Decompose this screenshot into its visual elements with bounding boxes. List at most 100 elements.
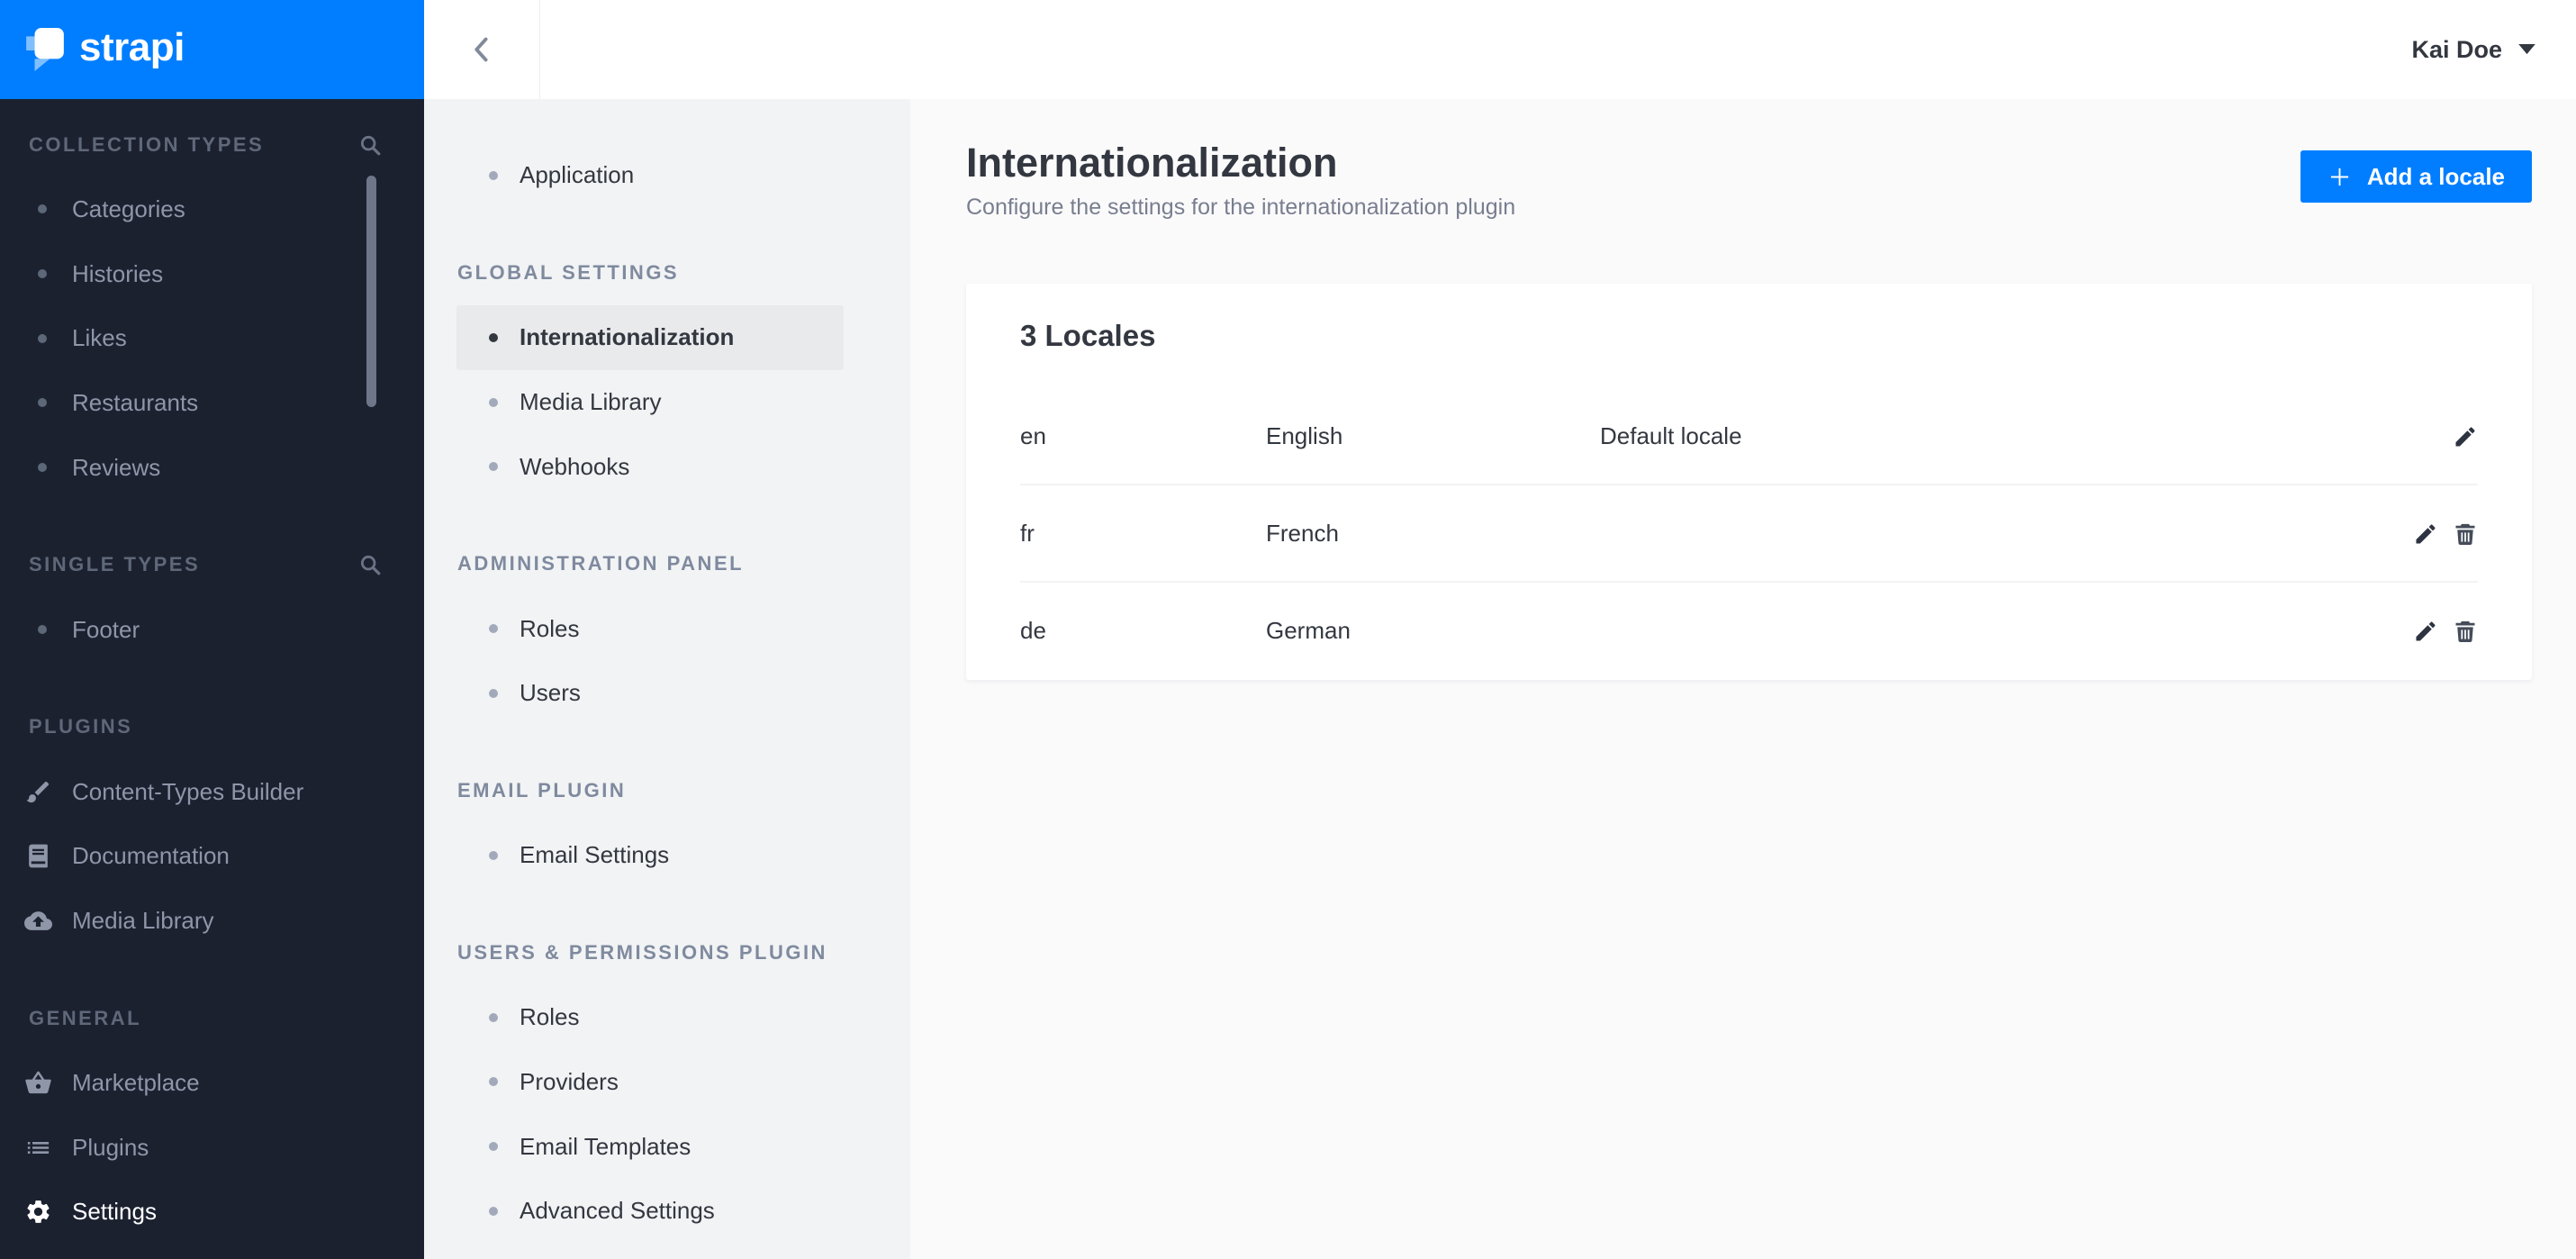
bullet-icon <box>38 204 47 214</box>
locale-row-actions <box>2410 424 2478 449</box>
locale-default-badge: Default locale <box>1600 422 1742 450</box>
main-content: Internationalization Configure the setti… <box>910 99 2576 1259</box>
subnav-item-label: Email Settings <box>520 841 670 869</box>
page-header: Internationalization Configure the setti… <box>966 140 2532 221</box>
subnav-group-label: ADMINISTRATION PANEL <box>457 552 745 575</box>
basket-icon <box>24 1069 52 1097</box>
sidebar-item-plugins[interactable]: Plugins <box>0 1115 424 1180</box>
subnav-item-advanced-settings[interactable]: Advanced Settings <box>456 1179 844 1244</box>
edit-locale-button[interactable] <box>2453 424 2478 449</box>
subnav-item-label: Internationalization <box>520 323 735 351</box>
cloud-upload-icon <box>24 907 52 935</box>
list-icon <box>24 1134 52 1162</box>
subnav-item-roles[interactable]: Roles <box>456 985 844 1050</box>
sidebar-item-likes[interactable]: Likes <box>0 306 424 371</box>
delete-locale-button[interactable] <box>2453 619 2478 644</box>
sidebar-item-settings[interactable]: Settings <box>0 1180 424 1245</box>
sidebar-item-label: Settings <box>72 1198 157 1226</box>
add-locale-button[interactable]: Add a locale <box>2300 150 2532 203</box>
sidebar-item-label: Plugins <box>72 1133 149 1161</box>
sidebar-section-label: COLLECTION TYPES <box>29 132 265 156</box>
main-sidebar: strapi COLLECTION TYPES Categories Histori… <box>0 0 424 1259</box>
locale-row-de[interactable]: de German <box>966 583 2532 680</box>
gear-icon <box>24 1198 52 1226</box>
user-menu[interactable]: Kai Doe <box>2411 36 2576 64</box>
subnav-group-label: EMAIL PLUGIN <box>457 779 627 802</box>
sidebar-item-content-types-builder[interactable]: Content-Types Builder <box>0 759 424 824</box>
subnav-item-roles[interactable]: Roles <box>456 596 844 661</box>
sidebar-item-categories[interactable]: Categories <box>0 177 424 241</box>
sidebar-scrollbar[interactable] <box>366 176 376 407</box>
bullet-icon <box>489 1012 498 1022</box>
locales-card: 3 Locales en English Default locale fr Frenc… <box>966 283 2532 680</box>
subnav-item-email-templates[interactable]: Email Templates <box>456 1114 844 1179</box>
sidebar-item-histories[interactable]: Histories <box>0 241 424 306</box>
sidebar-item-label: Media Library <box>72 906 214 934</box>
page-title: Internationalization <box>966 140 1338 186</box>
brand-name: strapi <box>79 25 185 69</box>
page-subtitle: Configure the settings for the internati… <box>966 194 1516 220</box>
locale-name: German <box>1266 617 1351 645</box>
locale-row-fr[interactable]: fr French <box>966 485 2532 583</box>
book-icon <box>24 842 52 870</box>
strapi-logo[interactable]: strapi <box>0 0 424 99</box>
subnav-item-label: Roles <box>520 614 580 642</box>
locale-row-en[interactable]: en English Default locale <box>966 388 2532 485</box>
subnav-item-users[interactable]: Users <box>456 661 844 726</box>
sidebar-item-label: Histories <box>72 259 164 287</box>
subnav-item-label: Webhooks <box>520 452 630 480</box>
edit-locale-button[interactable] <box>2413 619 2438 644</box>
bullet-icon <box>489 1077 498 1087</box>
sidebar-item-media-library[interactable]: Media Library <box>0 889 424 954</box>
bullet-icon <box>38 269 47 279</box>
subnav-group-users-permissions-plugin: USERS & PERMISSIONS PLUGIN Roles Providers… <box>424 920 910 1243</box>
locale-row-actions <box>2410 521 2478 547</box>
locale-name: French <box>1266 520 1339 548</box>
chevron-left-icon <box>469 35 494 64</box>
bullet-icon <box>489 624 498 634</box>
sidebar-section-single-types: SINGLE TYPES Footer <box>0 533 424 662</box>
locale-code: de <box>1020 617 1046 645</box>
locale-row-actions <box>2410 619 2478 644</box>
bullet-icon <box>489 850 498 860</box>
bullet-icon <box>38 398 47 408</box>
sidebar-section-collection-types: COLLECTION TYPES Categories Histories Likes… <box>0 113 424 500</box>
edit-locale-button[interactable] <box>2413 521 2438 547</box>
subnav-item-internationalization[interactable]: Internationalization <box>456 304 844 370</box>
brush-icon <box>24 778 52 806</box>
plus-icon <box>2327 165 2352 189</box>
sidebar-item-label: Likes <box>72 324 127 352</box>
bullet-icon <box>489 332 498 342</box>
locales-card-header: 3 Locales <box>966 284 2532 388</box>
back-button[interactable] <box>424 0 540 99</box>
main-sidebar-nav: COLLECTION TYPES Categories Histories Likes… <box>0 99 424 1245</box>
sidebar-item-label: Content-Types Builder <box>72 777 304 805</box>
subnav-item-media-library[interactable]: Media Library <box>456 370 844 435</box>
sidebar-item-reviews[interactable]: Reviews <box>0 435 424 500</box>
subnav-item-application[interactable]: Application <box>456 143 844 208</box>
sidebar-item-marketplace[interactable]: Marketplace <box>0 1051 424 1116</box>
subnav-item-providers[interactable]: Providers <box>456 1050 844 1115</box>
sidebar-item-documentation[interactable]: Documentation <box>0 824 424 889</box>
search-icon[interactable] <box>358 553 382 576</box>
subnav-item-webhooks[interactable]: Webhooks <box>456 434 844 499</box>
subnav-group-administration-panel: ADMINISTRATION PANEL Roles Users <box>424 532 910 726</box>
bullet-icon <box>489 1142 498 1152</box>
sidebar-item-restaurants[interactable]: Restaurants <box>0 371 424 436</box>
search-icon[interactable] <box>358 133 382 157</box>
subnav-item-label: Users <box>520 679 581 707</box>
subnav-item-label: Media Library <box>520 388 662 415</box>
subnav-item-label: Providers <box>520 1067 619 1095</box>
locale-name: English <box>1266 422 1343 450</box>
delete-locale-button[interactable] <box>2453 521 2478 547</box>
sidebar-item-label: Documentation <box>72 842 230 870</box>
locale-code: en <box>1020 422 1046 450</box>
sidebar-section-label: SINGLE TYPES <box>29 553 201 576</box>
locale-code: fr <box>1020 520 1035 548</box>
subnav-item-label: Email Templates <box>520 1132 691 1160</box>
sidebar-section-label: GENERAL <box>29 1006 142 1029</box>
sidebar-item-footer[interactable]: Footer <box>0 597 424 662</box>
settings-subnav: Application GLOBAL SETTINGS Internationali… <box>424 99 910 1259</box>
subnav-item-email-settings[interactable]: Email Settings <box>456 823 844 888</box>
sidebar-section-plugins: PLUGINS Content-Types Builder Documentatio… <box>0 694 424 953</box>
